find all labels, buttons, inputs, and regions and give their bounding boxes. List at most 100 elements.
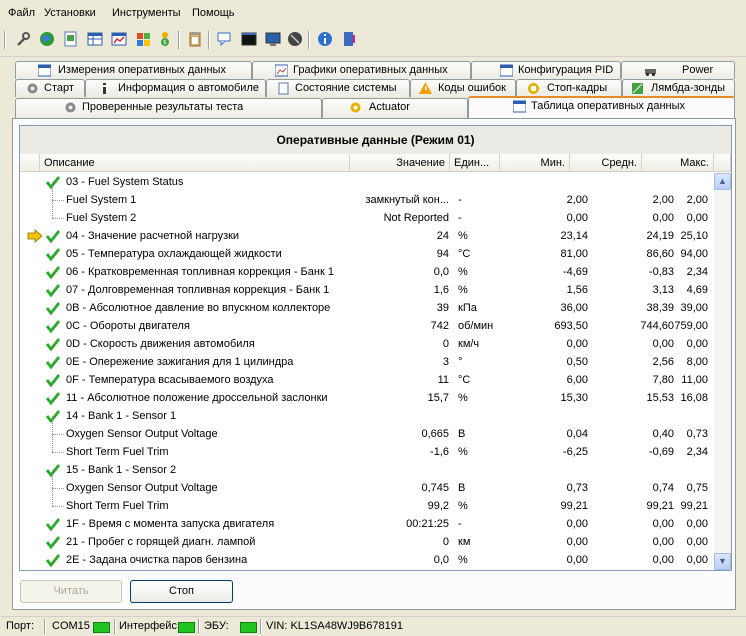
checkmark-icon (45, 518, 61, 532)
table-row[interactable]: 04 - Значение расчетной нагрузки 24% 23,14… (20, 227, 714, 245)
scroll-down-icon[interactable]: ▼ (714, 553, 731, 570)
cell-value: 0,0 (433, 266, 449, 278)
arrow-right-icon (27, 229, 43, 243)
cell-unit: - (458, 518, 462, 530)
header-avg[interactable]: Средн. (570, 154, 642, 172)
table-row[interactable]: Oxygen Sensor Output Voltage 0,745 В 0,73 0,… (20, 470, 714, 497)
tab-test-results[interactable]: Проверенные результаты теста (15, 98, 322, 118)
ecu-label: ЭБУ: (204, 620, 229, 632)
stop-button[interactable]: Стоп (130, 580, 233, 603)
tab-actuator[interactable]: Actuator (322, 98, 468, 118)
money-icon[interactable]: $ (156, 30, 174, 48)
table-row[interactable]: 0E - Опережение зажигания для 1 цилиндра… (20, 353, 714, 371)
table-row[interactable]: 21 - Пробег с горящей диагн. лампой 0 км 0,… (20, 533, 714, 551)
table-row[interactable]: 06 - Кратковременная топливная коррекция… (20, 263, 714, 281)
table-row[interactable]: 0D - Скорость движения автомобиля 0 км/ч 0,… (20, 335, 714, 353)
freeze-frame-icon (528, 83, 539, 94)
tab-live-data-measurements[interactable]: Измерения оперативных данных (15, 61, 252, 79)
tab-system-status[interactable]: Состояние системы (266, 79, 410, 97)
tree-connector (52, 434, 65, 452)
cell-max: 11,00 (681, 374, 708, 386)
cell-min: 36,00 (560, 302, 588, 314)
table-icon (500, 64, 513, 77)
header-max[interactable]: Макс. (642, 154, 714, 172)
table-row[interactable]: 0C - Обороты двигателя 742 об/мин 693,50 744… (20, 317, 714, 335)
header-value[interactable]: Значение (350, 154, 450, 172)
checkmark-icon (45, 536, 61, 550)
cell-desc: Oxygen Sensor Output Voltage (66, 482, 218, 494)
menu-bar: Файл Установки Инструменты Помощь (0, 0, 746, 26)
cell-desc: 15 - Bank 1 - Sensor 2 (66, 464, 177, 476)
tab-power[interactable]: Power (621, 61, 735, 79)
header-filler (714, 154, 731, 172)
read-button[interactable]: Читать (20, 580, 122, 603)
scroll-up-icon[interactable]: ▲ (714, 173, 731, 190)
checkmark-icon (45, 248, 61, 262)
cell-max: 0,00 (686, 518, 708, 530)
chat-icon[interactable] (216, 30, 234, 48)
table-row[interactable]: 2E - Задана очистка паров бензина 0,0% 0,0… (20, 551, 714, 569)
tab-error-codes[interactable]: Коды ошибок (410, 79, 516, 97)
table-row[interactable]: Fuel System 1 замкнутый кон... -2,00 2,00 2,… (20, 182, 714, 209)
table-row[interactable]: Fuel System 2 Not Reported -0,00 0,00 0,00 (20, 200, 714, 227)
tree-connector (52, 470, 65, 488)
tab-start[interactable]: Старт (15, 79, 85, 97)
cell-desc: 04 - Значение расчетной нагрузки (66, 230, 240, 242)
info-icon[interactable] (316, 30, 334, 48)
table-row[interactable]: 03 - Fuel System Status (20, 173, 714, 191)
sensor-icon (632, 83, 643, 94)
menu-file[interactable]: Файл (6, 6, 37, 20)
table-row[interactable]: 15 - Bank 1 - Sensor 2 (20, 461, 714, 479)
wrench-icon[interactable] (14, 30, 32, 48)
actuator-icon (350, 102, 361, 113)
cell-unit: В (458, 482, 466, 494)
cell-max: 0,00 (686, 554, 708, 566)
table-row[interactable]: 11 - Абсолютное положение дроссельной за… (20, 389, 714, 407)
tab-lambda-sensors[interactable]: Лямбда-зонды (622, 79, 735, 97)
menu-settings[interactable]: Установки (42, 6, 98, 20)
port-led (93, 622, 110, 633)
header-min[interactable]: Мин. (500, 154, 570, 172)
table-row[interactable]: Short Term Fuel Trim -1,6% -6,25 -0,69 2,34 (20, 434, 714, 461)
table-row[interactable]: 0B - Абсолютное давление во впускном кол… (20, 299, 714, 317)
cell-desc: 03 - Fuel System Status (66, 176, 184, 188)
cell-value: 24 (436, 230, 449, 242)
cell-desc: Fuel System 1 (66, 194, 137, 206)
toolbar: $ (0, 26, 746, 57)
windows-icon[interactable] (134, 30, 152, 48)
cell-max: 25,10 (680, 230, 708, 242)
disc-icon[interactable] (286, 30, 304, 48)
monitor-icon[interactable] (264, 30, 282, 48)
table-row[interactable]: 07 - Долговременная топливная коррекция … (20, 281, 714, 299)
cell-value: 1,6 (433, 284, 449, 296)
globe-icon[interactable] (38, 30, 56, 48)
tab-freeze-frames[interactable]: Стоп-кадры (516, 79, 622, 97)
checkmark-icon (45, 266, 61, 280)
table-row[interactable]: 14 - Bank 1 - Sensor 1 (20, 407, 714, 425)
table-row[interactable]: 0F - Температура всасываемого воздуха 11 °… (20, 371, 714, 389)
menu-tools[interactable]: Инструменты (110, 6, 183, 20)
cell-value: 15,7 (427, 392, 449, 404)
table-row[interactable]: 1F - Время с момента запуска двигателя 00… (20, 515, 714, 533)
port-label: Порт: (6, 620, 34, 632)
menu-help[interactable]: Помощь (190, 6, 237, 20)
table-row[interactable]: Short Term Fuel Trim 99,2% 99,21 99,21 99,21 (20, 488, 714, 515)
terminal-icon[interactable] (240, 30, 258, 48)
table-row[interactable]: Oxygen Sensor Output Voltage 0,665 В 0,04 0,… (20, 416, 714, 443)
vertical-scrollbar[interactable]: ▲ ▼ (714, 173, 731, 570)
table-icon[interactable] (86, 30, 104, 48)
document-icon (278, 82, 289, 95)
book-icon[interactable] (340, 30, 358, 48)
tab-vehicle-info[interactable]: Информация о автомобиле (85, 79, 266, 97)
header-description[interactable]: Описание (40, 154, 350, 172)
clipboard-icon[interactable] (186, 30, 204, 48)
cell-value: Not Reported (383, 212, 449, 224)
document-icon[interactable] (62, 30, 80, 48)
chart-icon[interactable] (110, 30, 128, 48)
tab-live-data-table[interactable]: Таблица оперативных данных (468, 96, 735, 119)
tab-live-data-graphs[interactable]: Графики оперативных данных (252, 61, 471, 79)
header-unit[interactable]: Един... (450, 154, 500, 172)
table-row[interactable]: 05 - Температура охлаждающей жидкости 94 °… (20, 245, 714, 263)
tab-pid-config[interactable]: Конфигурация PID (471, 61, 621, 79)
cell-max: 99,21 (680, 500, 708, 512)
